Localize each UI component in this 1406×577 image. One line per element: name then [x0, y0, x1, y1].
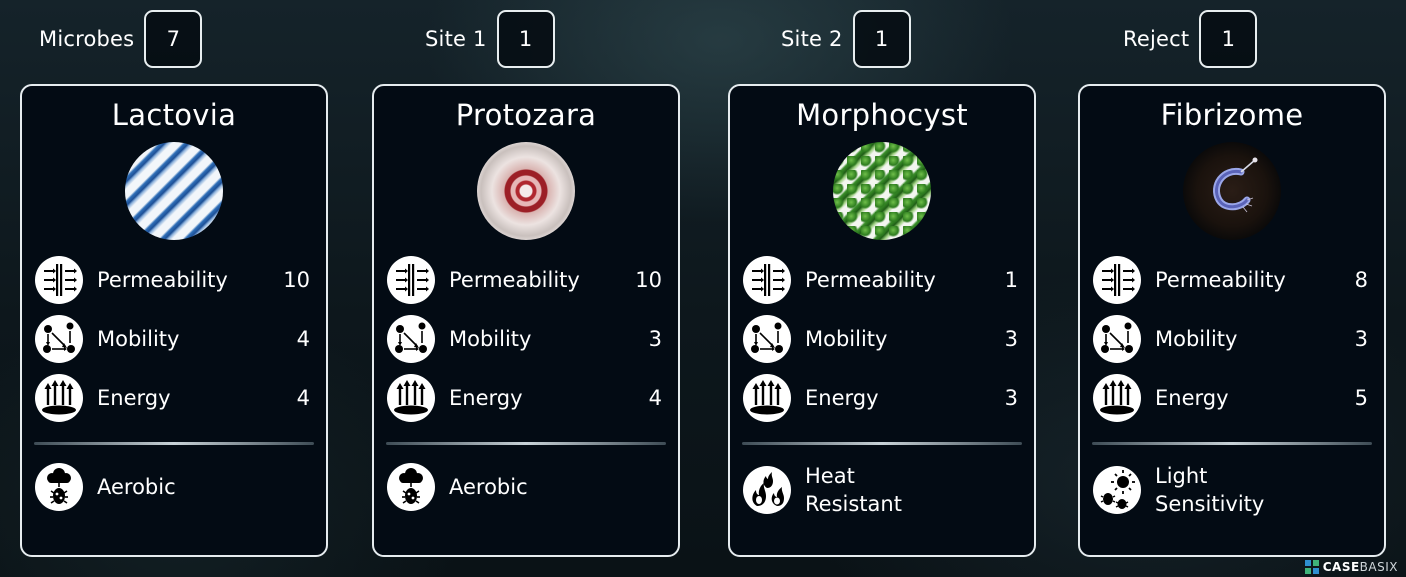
stat-mobility: Mobility 3: [387, 314, 662, 364]
stat-label: Energy: [805, 386, 879, 410]
permeability-icon: [35, 256, 83, 304]
stat-value: 10: [635, 268, 662, 292]
counter-value: 1: [1199, 10, 1258, 68]
mobility-icon: [387, 315, 435, 363]
watermark-text-a: CASE: [1322, 560, 1360, 574]
aerobic-icon: [35, 463, 83, 511]
stat-energy: Energy 5: [1093, 373, 1368, 423]
stat-value: 4: [296, 386, 310, 410]
stat-permeability: Permeability 10: [387, 255, 662, 305]
stat-label: Permeability: [97, 268, 228, 292]
microbe-card-protozara[interactable]: Protozara Permeability 10 Mobility 3 Ene…: [372, 84, 680, 557]
stat-value: 1: [1004, 268, 1018, 292]
stat-value: 3: [648, 327, 662, 351]
energy-icon: [743, 374, 791, 422]
counter-site-2: Site 2 1: [781, 9, 911, 69]
stat-label: Mobility: [97, 327, 180, 351]
stat-label: Mobility: [1155, 327, 1238, 351]
stat-value: 4: [296, 327, 310, 351]
card-title: Morphocyst: [796, 98, 968, 132]
card-title: Lactovia: [111, 98, 237, 132]
morphocyst-microbe-image: [833, 142, 931, 240]
stat-value: 10: [283, 268, 310, 292]
stat-label: Permeability: [449, 268, 580, 292]
protozara-microbe-image: [477, 142, 575, 240]
stat-value: 3: [1354, 327, 1368, 351]
trait-label: Heat Resistant: [805, 464, 902, 516]
stat-value: 8: [1354, 268, 1368, 292]
card-divider: [34, 442, 314, 445]
card-divider: [386, 442, 666, 445]
counter-value: 7: [144, 10, 203, 68]
counter-site-1: Site 1 1: [425, 9, 555, 69]
card-divider: [742, 442, 1022, 445]
casebasix-watermark: CASE BASIX: [1304, 560, 1398, 574]
stat-value: 5: [1354, 386, 1368, 410]
trait-aerobic: Aerobic: [35, 462, 310, 512]
mobility-icon: [1093, 315, 1141, 363]
lactovia-microbe-image: [125, 142, 223, 240]
trait-label: Aerobic: [97, 475, 176, 499]
counter-microbes: Microbes 7: [39, 9, 203, 69]
energy-icon: [35, 374, 83, 422]
watermark-text-b: BASIX: [1359, 560, 1398, 574]
counter-label: Site 1: [425, 27, 487, 51]
stat-permeability: Permeability 10: [35, 255, 310, 305]
microbe-card-morphocyst[interactable]: Morphocyst Permeability 1 Mobility 3 Ene…: [728, 84, 1036, 557]
stat-value: 3: [1004, 386, 1018, 410]
permeability-icon: [743, 256, 791, 304]
trait-label: Light Sensitivity: [1155, 464, 1265, 516]
counter-reject: Reject 1: [1123, 9, 1258, 69]
stat-label: Permeability: [805, 268, 936, 292]
microbe-card-lactovia[interactable]: Lactovia Permeability 10 Mobility 4 Ener…: [20, 84, 328, 557]
stat-label: Mobility: [805, 327, 888, 351]
permeability-icon: [1093, 256, 1141, 304]
stat-mobility: Mobility 4: [35, 314, 310, 364]
stat-label: Permeability: [1155, 268, 1286, 292]
light-sensitivity-icon: [1093, 466, 1141, 514]
card-title: Protozara: [455, 98, 597, 132]
stat-energy: Energy 4: [387, 373, 662, 423]
stat-label: Energy: [97, 386, 171, 410]
stat-energy: Energy 3: [743, 373, 1018, 423]
counter-value: 1: [852, 10, 911, 68]
stat-permeability: Permeability 1: [743, 255, 1018, 305]
casebasix-logo-icon: [1304, 560, 1319, 574]
permeability-icon: [387, 256, 435, 304]
stat-value: 3: [1004, 327, 1018, 351]
counter-label: Reject: [1123, 27, 1190, 51]
counter-value: 1: [496, 10, 555, 68]
stat-label: Mobility: [449, 327, 532, 351]
trait-label: Aerobic: [449, 475, 528, 499]
stat-label: Energy: [1155, 386, 1229, 410]
energy-icon: [387, 374, 435, 422]
heat-resistant-icon: [743, 466, 791, 514]
trait-light-sensitivity: Light Sensitivity: [1093, 462, 1368, 518]
trait-aerobic: Aerobic: [387, 462, 662, 512]
counter-label: Site 2: [781, 27, 843, 51]
stat-mobility: Mobility 3: [1093, 314, 1368, 364]
fibrizome-microbe-image: [1183, 142, 1281, 240]
stat-value: 4: [648, 386, 662, 410]
card-title: Fibrizome: [1160, 98, 1304, 132]
aerobic-icon: [387, 463, 435, 511]
energy-icon: [1093, 374, 1141, 422]
card-divider: [1092, 442, 1372, 445]
stat-mobility: Mobility 3: [743, 314, 1018, 364]
trait-heat-resistant: Heat Resistant: [743, 462, 1018, 518]
stat-label: Energy: [449, 386, 523, 410]
mobility-icon: [35, 315, 83, 363]
stat-energy: Energy 4: [35, 373, 310, 423]
stat-permeability: Permeability 8: [1093, 255, 1368, 305]
counter-label: Microbes: [39, 27, 135, 51]
mobility-icon: [743, 315, 791, 363]
microbe-card-fibrizome[interactable]: Fibrizome Permeability 8 Mobility 3 Ener…: [1078, 84, 1386, 557]
